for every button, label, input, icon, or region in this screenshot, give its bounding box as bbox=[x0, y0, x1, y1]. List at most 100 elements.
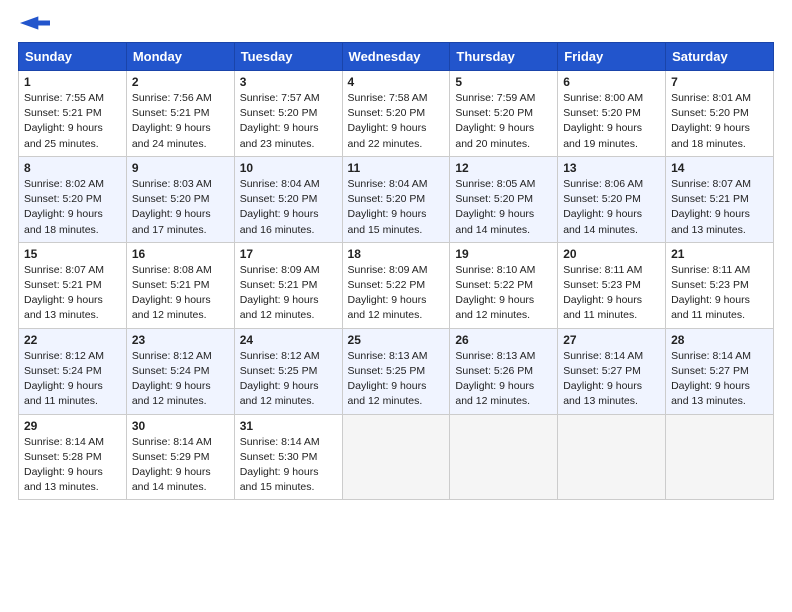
sunrise-text: Sunrise: 8:04 AM bbox=[240, 178, 320, 190]
sunset-text: Sunset: 5:25 PM bbox=[348, 365, 426, 377]
daylight-text: Daylight: 9 hours and 14 minutes. bbox=[455, 208, 534, 235]
sunrise-text: Sunrise: 8:14 AM bbox=[671, 350, 751, 362]
sunrise-text: Sunrise: 8:14 AM bbox=[563, 350, 643, 362]
sunset-text: Sunset: 5:20 PM bbox=[563, 193, 641, 205]
cell-content: Sunrise: 8:12 AMSunset: 5:24 PMDaylight:… bbox=[24, 349, 121, 410]
daylight-text: Daylight: 9 hours and 13 minutes. bbox=[671, 380, 750, 407]
cell-content: Sunrise: 8:02 AMSunset: 5:20 PMDaylight:… bbox=[24, 177, 121, 238]
weekday-header-monday: Monday bbox=[126, 43, 234, 71]
calendar-cell: 25Sunrise: 8:13 AMSunset: 5:25 PMDayligh… bbox=[342, 328, 450, 414]
day-number: 3 bbox=[240, 75, 337, 89]
weekday-header-saturday: Saturday bbox=[666, 43, 774, 71]
day-number: 9 bbox=[132, 161, 229, 175]
sunrise-text: Sunrise: 8:12 AM bbox=[132, 350, 212, 362]
daylight-text: Daylight: 9 hours and 20 minutes. bbox=[455, 122, 534, 149]
sunrise-text: Sunrise: 8:02 AM bbox=[24, 178, 104, 190]
sunrise-text: Sunrise: 8:08 AM bbox=[132, 264, 212, 276]
daylight-text: Daylight: 9 hours and 12 minutes. bbox=[240, 294, 319, 321]
calendar-cell: 23Sunrise: 8:12 AMSunset: 5:24 PMDayligh… bbox=[126, 328, 234, 414]
sunset-text: Sunset: 5:27 PM bbox=[563, 365, 641, 377]
daylight-text: Daylight: 9 hours and 17 minutes. bbox=[132, 208, 211, 235]
sunrise-text: Sunrise: 7:58 AM bbox=[348, 92, 428, 104]
weekday-header-tuesday: Tuesday bbox=[234, 43, 342, 71]
daylight-text: Daylight: 9 hours and 12 minutes. bbox=[455, 294, 534, 321]
daylight-text: Daylight: 9 hours and 12 minutes. bbox=[455, 380, 534, 407]
daylight-text: Daylight: 9 hours and 23 minutes. bbox=[240, 122, 319, 149]
sunset-text: Sunset: 5:21 PM bbox=[24, 279, 102, 291]
weekday-header-row: SundayMondayTuesdayWednesdayThursdayFrid… bbox=[19, 43, 774, 71]
sunset-text: Sunset: 5:20 PM bbox=[348, 107, 426, 119]
cell-content: Sunrise: 8:12 AMSunset: 5:24 PMDaylight:… bbox=[132, 349, 229, 410]
calendar-cell: 31 Sunrise: 8:14 AMSunset: 5:30 PMDayligh… bbox=[234, 414, 342, 500]
daylight-text: Daylight: 9 hours and 12 minutes. bbox=[240, 380, 319, 407]
week-row-4: 22Sunrise: 8:12 AMSunset: 5:24 PMDayligh… bbox=[19, 328, 774, 414]
daylight-text: Daylight: 9 hours and 13 minutes. bbox=[24, 294, 103, 321]
day-number: 11 bbox=[348, 161, 445, 175]
calendar-cell: 18Sunrise: 8:09 AMSunset: 5:22 PMDayligh… bbox=[342, 242, 450, 328]
cell-content: Sunrise: 8:08 AMSunset: 5:21 PMDaylight:… bbox=[132, 263, 229, 324]
page: SundayMondayTuesdayWednesdayThursdayFrid… bbox=[0, 0, 792, 612]
calendar-cell bbox=[450, 414, 558, 500]
sunset-text: Sunset: 5:21 PM bbox=[240, 279, 318, 291]
calendar-cell: 17Sunrise: 8:09 AMSunset: 5:21 PMDayligh… bbox=[234, 242, 342, 328]
calendar-cell: 12Sunrise: 8:05 AMSunset: 5:20 PMDayligh… bbox=[450, 156, 558, 242]
daylight-text: Daylight: 9 hours and 18 minutes. bbox=[671, 122, 750, 149]
day-number: 27 bbox=[563, 333, 660, 347]
sunrise-text: Sunrise: 8:01 AM bbox=[671, 92, 751, 104]
cell-content: Sunrise: 8:10 AMSunset: 5:22 PMDaylight:… bbox=[455, 263, 552, 324]
cell-content: Sunrise: 8:09 AM Sunset: 5:21 PM Daylight:… bbox=[240, 263, 337, 324]
cell-content: Sunrise: 8:11 AMSunset: 5:23 PMDaylight:… bbox=[563, 263, 660, 324]
daylight-text: Daylight: 9 hours and 22 minutes. bbox=[348, 122, 427, 149]
day-number: 2 bbox=[132, 75, 229, 89]
calendar-cell: 28Sunrise: 8:14 AMSunset: 5:27 PMDayligh… bbox=[666, 328, 774, 414]
day-number: 12 bbox=[455, 161, 552, 175]
day-number: 31 bbox=[240, 419, 337, 433]
calendar-cell: 14Sunrise: 8:07 AMSunset: 5:21 PMDayligh… bbox=[666, 156, 774, 242]
cell-content: Sunrise: 8:03 AMSunset: 5:20 PMDaylight:… bbox=[132, 177, 229, 238]
sunrise-text: Sunrise: 8:06 AM bbox=[563, 178, 643, 190]
day-number: 29 bbox=[24, 419, 121, 433]
cell-content: Sunrise: 8:14 AMSunset: 5:27 PMDaylight:… bbox=[563, 349, 660, 410]
calendar-cell: 27Sunrise: 8:14 AMSunset: 5:27 PMDayligh… bbox=[558, 328, 666, 414]
daylight-text: Daylight: 9 hours and 12 minutes. bbox=[348, 294, 427, 321]
cell-content: Sunrise: 8:13 AMSunset: 5:25 PMDaylight:… bbox=[348, 349, 445, 410]
day-number: 5 bbox=[455, 75, 552, 89]
day-number: 19 bbox=[455, 247, 552, 261]
calendar-cell: 5Sunrise: 7:59 AMSunset: 5:20 PMDaylight… bbox=[450, 71, 558, 157]
calendar-cell: 6 Sunrise: 8:00 AMSunset: 5:20 PMDaylight… bbox=[558, 71, 666, 157]
daylight-text: Daylight: 9 hours and 13 minutes. bbox=[24, 466, 103, 493]
calendar-cell: 8Sunrise: 8:02 AMSunset: 5:20 PMDaylight… bbox=[19, 156, 127, 242]
calendar-cell: 16Sunrise: 8:08 AMSunset: 5:21 PMDayligh… bbox=[126, 242, 234, 328]
cell-content: Sunrise: 8:01 AMSunset: 5:20 PMDaylight:… bbox=[671, 91, 768, 152]
daylight-text: Daylight: 9 hours and 12 minutes. bbox=[348, 380, 427, 407]
sunrise-text: Sunrise: 8:09 AM bbox=[240, 264, 320, 276]
day-number: 4 bbox=[348, 75, 445, 89]
week-row-1: 1Sunrise: 7:55 AMSunset: 5:21 PMDaylight… bbox=[19, 71, 774, 157]
sunset-text: Sunset: 5:30 PM bbox=[240, 451, 318, 463]
sunset-text: Sunset: 5:24 PM bbox=[24, 365, 102, 377]
cell-content: Sunrise: 8:14 AMSunset: 5:30 PMDaylight:… bbox=[240, 435, 337, 496]
cell-content: Sunrise: 8:13 AMSunset: 5:26 PMDaylight:… bbox=[455, 349, 552, 410]
day-number: 21 bbox=[671, 247, 768, 261]
cell-content: Sunrise: 8:14 AMSunset: 5:29 PMDaylight:… bbox=[132, 435, 229, 496]
cell-content: Sunrise: 8:07 AMSunset: 5:21 PMDaylight:… bbox=[24, 263, 121, 324]
sunset-text: Sunset: 5:21 PM bbox=[24, 107, 102, 119]
daylight-text: Daylight: 9 hours and 13 minutes. bbox=[671, 208, 750, 235]
sunrise-text: Sunrise: 7:55 AM bbox=[24, 92, 104, 104]
cell-content: Sunrise: 7:57 AMSunset: 5:20 PMDaylight:… bbox=[240, 91, 337, 152]
sunset-text: Sunset: 5:27 PM bbox=[671, 365, 749, 377]
cell-content: Sunrise: 8:00 AMSunset: 5:20 PMDaylight:… bbox=[563, 91, 660, 152]
day-number: 14 bbox=[671, 161, 768, 175]
sunrise-text: Sunrise: 8:11 AM bbox=[563, 264, 642, 276]
sunrise-text: Sunrise: 8:09 AM bbox=[348, 264, 428, 276]
daylight-text: Daylight: 9 hours and 11 minutes. bbox=[671, 294, 750, 321]
weekday-header-thursday: Thursday bbox=[450, 43, 558, 71]
day-number: 30 bbox=[132, 419, 229, 433]
cell-content: Sunrise: 8:12 AMSunset: 5:25 PMDaylight:… bbox=[240, 349, 337, 410]
sunset-text: Sunset: 5:22 PM bbox=[455, 279, 533, 291]
day-number: 6 bbox=[563, 75, 660, 89]
calendar-cell: 19 Sunrise: 8:10 AMSunset: 5:22 PMDayligh… bbox=[450, 242, 558, 328]
calendar-cell: 7Sunrise: 8:01 AMSunset: 5:20 PMDaylight… bbox=[666, 71, 774, 157]
day-number: 10 bbox=[240, 161, 337, 175]
sunset-text: Sunset: 5:20 PM bbox=[240, 107, 318, 119]
